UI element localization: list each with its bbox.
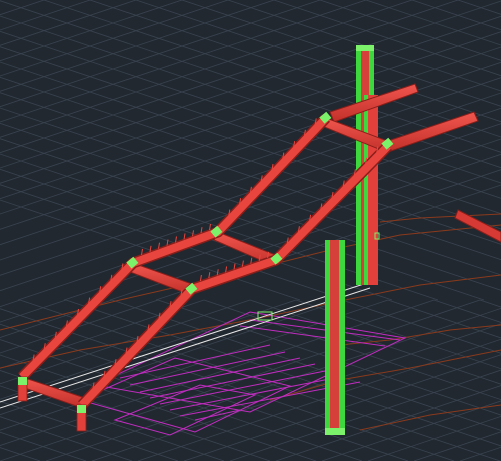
stair-pad-hatch (78, 311, 407, 436)
column-front[interactable] (325, 240, 345, 435)
cad-model-viewport[interactable] (0, 0, 501, 461)
bottom-post-left[interactable] (17, 376, 28, 402)
isometric-grid (0, 0, 501, 461)
bottom-post-right[interactable] (76, 404, 87, 432)
cad-3d-scene[interactable] (0, 0, 501, 461)
column-back-right[interactable] (364, 95, 378, 285)
